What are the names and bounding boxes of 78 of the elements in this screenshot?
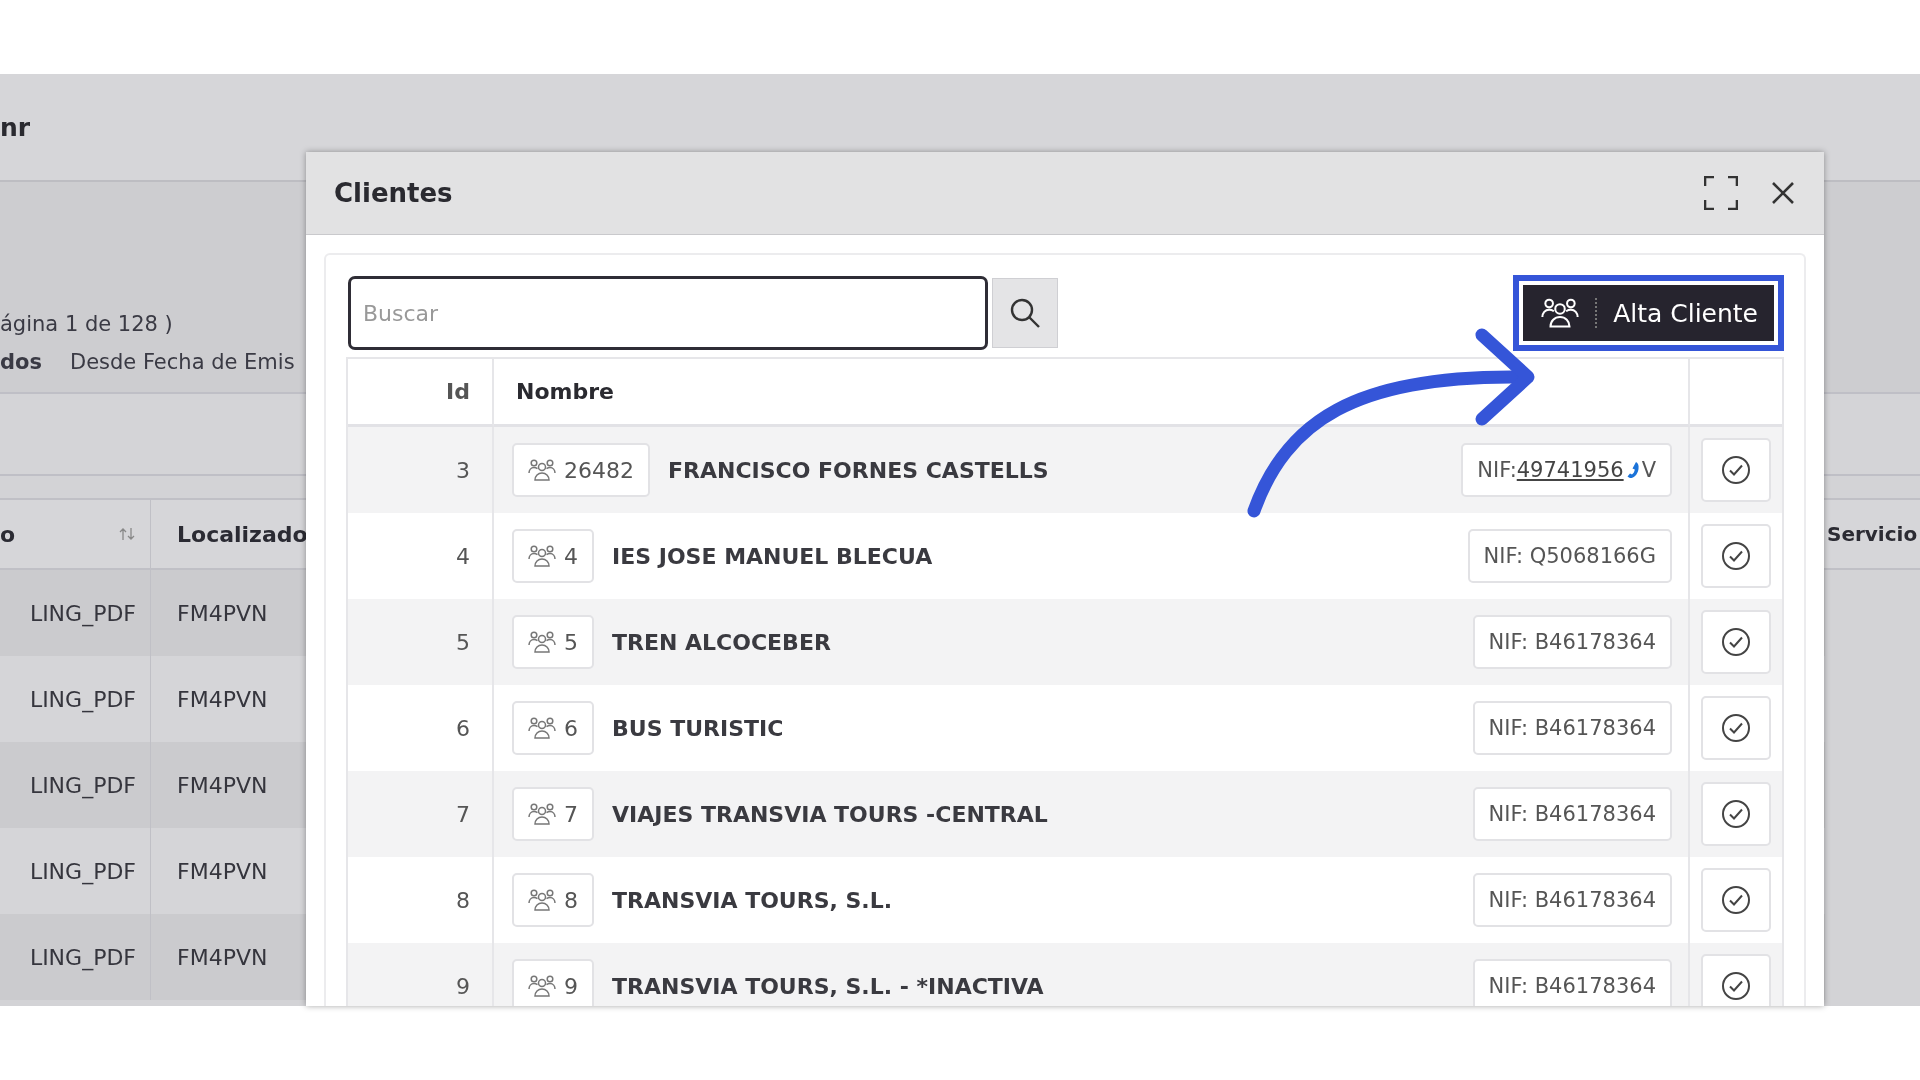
check-circle-icon (1720, 884, 1752, 916)
people-icon (528, 716, 556, 740)
column-header: Id (446, 379, 470, 404)
select-button[interactable] (1701, 954, 1771, 1006)
id-cell: 8 (456, 887, 470, 913)
table-cell: FM4PVN (177, 772, 268, 798)
client-name: VIAJES TRANSVIA TOURS -CENTRAL (612, 801, 1049, 827)
check-circle-icon (1720, 970, 1752, 1002)
nif-badge: NIF: B46178364 (1472, 615, 1672, 669)
select-button[interactable] (1701, 782, 1771, 846)
column-header[interactable]: o (0, 521, 16, 547)
select-button[interactable] (1701, 524, 1771, 588)
client-code-badge: 26482 (512, 443, 650, 497)
people-icon (1541, 296, 1580, 330)
search-button[interactable] (992, 278, 1058, 348)
people-icon (528, 458, 556, 482)
client-name: BUS TURISTIC (612, 715, 785, 741)
check-circle-icon (1720, 712, 1752, 744)
id-cell: 3 (456, 457, 470, 483)
id-cell: 5 (456, 629, 470, 655)
table-cell: LING_PDF (29, 944, 136, 970)
table-cell: FM4PVN (177, 600, 268, 626)
client-code-badge: 7 (512, 787, 594, 841)
client-code-badge: 5 (512, 615, 594, 669)
select-button[interactable] (1701, 696, 1771, 760)
client-code-badge: 8 (512, 873, 594, 927)
people-icon (528, 802, 556, 826)
client-name: TREN ALCOCEBER (612, 629, 832, 655)
nif-badge: NIF:49741956 V (1461, 443, 1672, 497)
people-icon (528, 544, 556, 568)
id-cell: 6 (456, 715, 470, 741)
nif-badge: NIF: B46178364 (1472, 787, 1672, 841)
client-name: FRANCISCO FORNES CASTELLS (668, 457, 1050, 483)
id-cell: 4 (456, 543, 470, 569)
nif-badge: NIF: B46178364 (1472, 959, 1672, 1006)
column-header: Nombre (516, 379, 614, 404)
table-cell: LING_PDF (29, 686, 136, 712)
select-button[interactable] (1701, 610, 1771, 674)
maximize-icon[interactable] (1704, 176, 1738, 210)
phone-icon[interactable] (1625, 461, 1640, 479)
select-button[interactable] (1701, 868, 1771, 932)
nif-badge: NIF: B46178364 (1472, 873, 1672, 927)
table-cell: FM4PVN (177, 944, 268, 970)
filter-label: dos (0, 350, 42, 374)
people-icon (528, 888, 556, 912)
client-name: TRANSVIA TOURS, S.L. - *INACTIVA (612, 973, 1045, 999)
select-button[interactable] (1701, 438, 1771, 502)
phone-link[interactable]: 49741956 (1516, 458, 1624, 482)
people-icon (528, 974, 556, 998)
table-cell: FM4PVN (177, 686, 268, 712)
client-code-badge: 4 (512, 529, 594, 583)
check-circle-icon (1720, 626, 1752, 658)
client-code-badge: 9 (512, 959, 594, 1006)
pagination-text: ágina 1 de 128 ) (0, 312, 173, 336)
check-circle-icon (1720, 540, 1752, 572)
table-cell: LING_PDF (29, 600, 136, 626)
people-icon (528, 630, 556, 654)
client-name: IES JOSE MANUEL BLECUA (612, 543, 934, 569)
search-icon (1008, 296, 1042, 330)
add-client-button[interactable]: Alta Cliente (1523, 285, 1774, 341)
search-field[interactable]: Buscar (348, 276, 988, 350)
column-header[interactable]: Localizado (177, 521, 308, 547)
id-cell: 7 (456, 801, 470, 827)
column-header[interactable]: Servicio (1827, 522, 1918, 546)
table-cell: LING_PDF (29, 858, 136, 884)
nif-badge: NIF: B46178364 (1472, 701, 1672, 755)
close-icon[interactable] (1770, 180, 1796, 206)
dialog-title: Clientes (334, 178, 454, 208)
table-cell: FM4PVN (177, 858, 268, 884)
page-title: nr (0, 112, 31, 142)
check-circle-icon (1720, 798, 1752, 830)
filter-text: Desde Fecha de Emis (69, 350, 295, 374)
check-circle-icon (1720, 454, 1752, 486)
client-name: TRANSVIA TOURS, S.L. (612, 887, 894, 913)
id-cell: 9 (456, 973, 470, 999)
client-code-badge: 6 (512, 701, 594, 755)
nif-badge: NIF: Q5068166G (1467, 529, 1672, 583)
table-cell: LING_PDF (29, 772, 136, 798)
